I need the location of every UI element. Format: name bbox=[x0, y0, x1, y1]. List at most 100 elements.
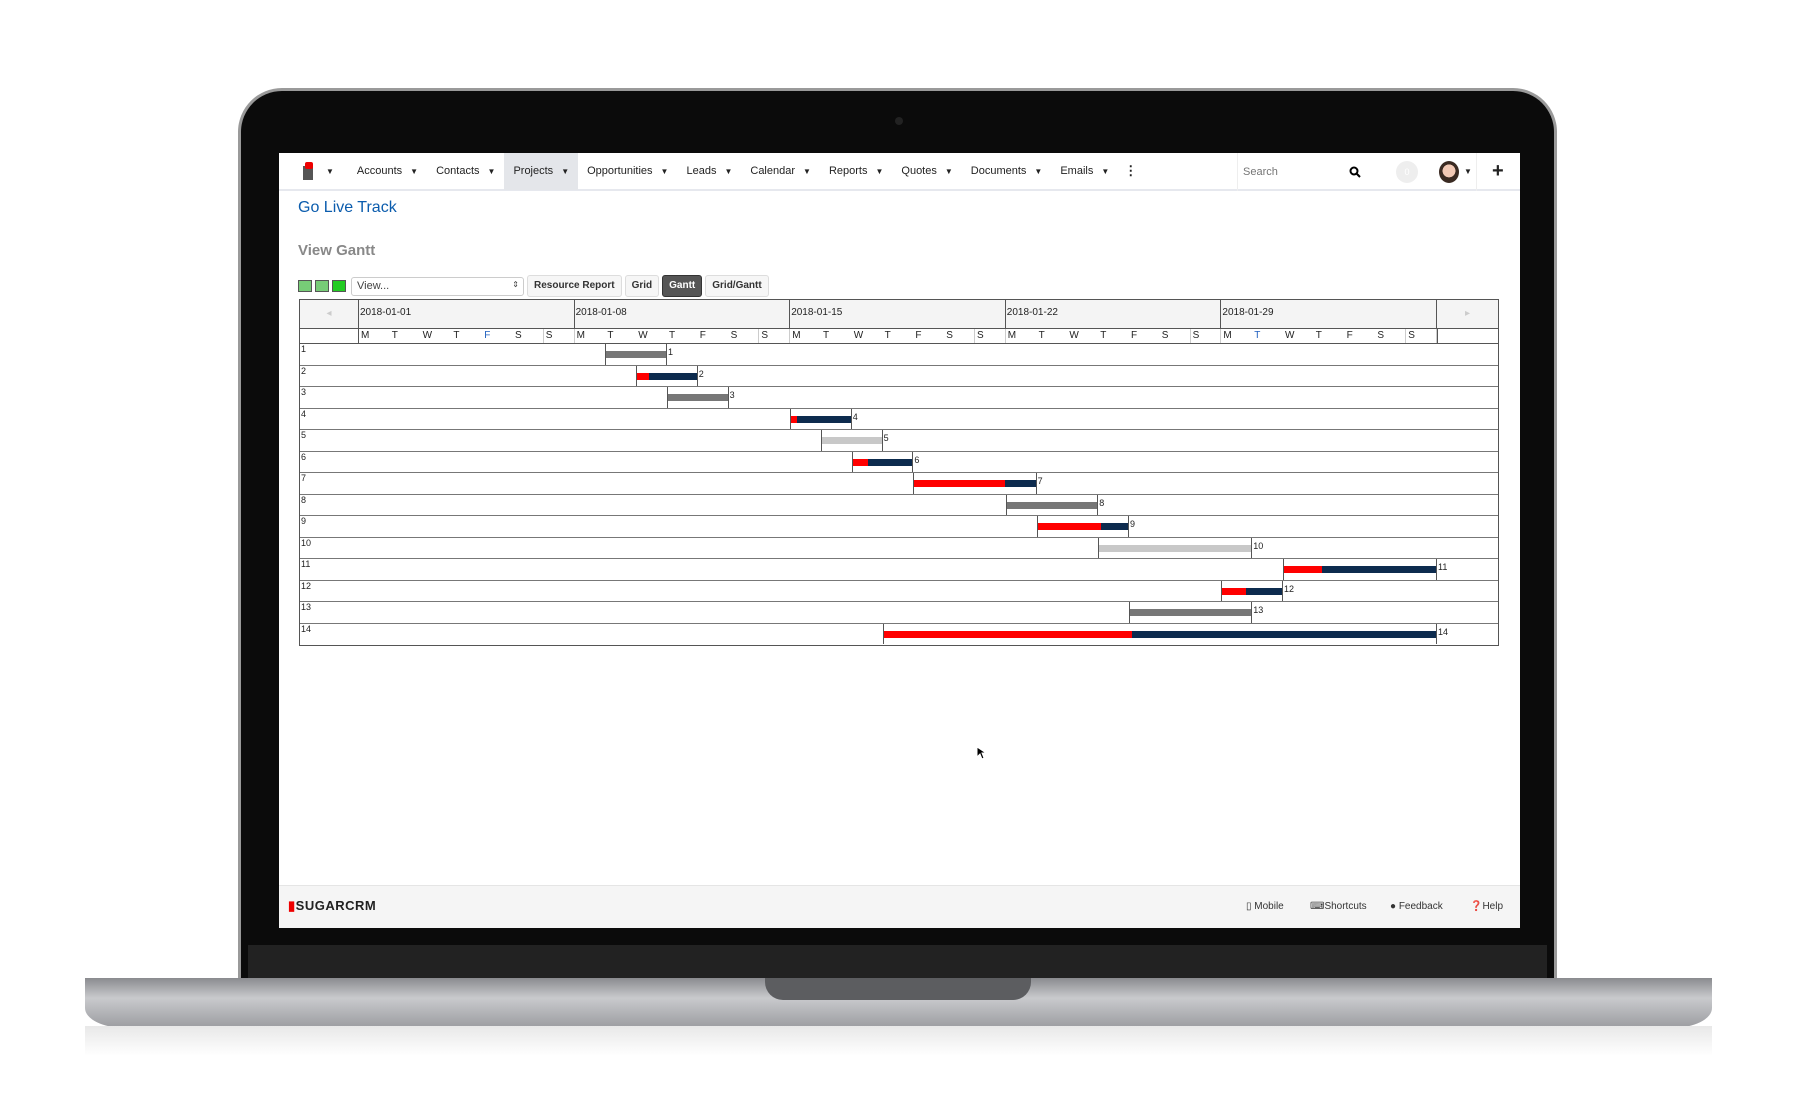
nav-item-accounts[interactable]: Accounts ▼ bbox=[348, 153, 427, 190]
caret-down-icon[interactable]: ▼ bbox=[803, 167, 811, 176]
nav-item-quotes[interactable]: Quotes ▼ bbox=[892, 153, 961, 190]
more-menu-icon[interactable]: ⋮ bbox=[1124, 163, 1137, 179]
nav-item-contacts[interactable]: Contacts ▼ bbox=[427, 153, 504, 190]
weekday-label: F bbox=[699, 330, 706, 341]
task-bar[interactable] bbox=[1099, 544, 1252, 552]
weekday-label: T bbox=[1315, 330, 1322, 341]
layout-gantt-icon[interactable] bbox=[332, 280, 346, 292]
search-icon[interactable] bbox=[1349, 166, 1361, 178]
footer-mobile-link[interactable]: ▯ Mobile bbox=[1246, 901, 1284, 912]
weekday-label: S bbox=[1191, 329, 1222, 343]
footer-feedback-link[interactable]: ● Feedback bbox=[1390, 901, 1443, 912]
grid-button[interactable]: Grid bbox=[624, 275, 660, 297]
gantt-task-row[interactable]: 33 bbox=[300, 387, 1498, 409]
task-bar-label: 3 bbox=[729, 390, 735, 400]
gantt-toolbar: View... ⇕ Resource Report Grid Gantt Grid… bbox=[298, 275, 769, 297]
gantt-task-row[interactable]: 44 bbox=[300, 408, 1498, 430]
nav-item-documents[interactable]: Documents ▼ bbox=[962, 153, 1052, 190]
nav-item-label: Emails bbox=[1060, 165, 1094, 177]
task-bar[interactable] bbox=[1037, 523, 1128, 530]
gantt-task-row[interactable]: 11 bbox=[300, 344, 1498, 366]
scroll-left-button[interactable]: ◂ bbox=[300, 300, 359, 328]
nav-item-label: Reports bbox=[828, 165, 868, 177]
notification-badge[interactable]: 0 bbox=[1396, 161, 1418, 183]
gantt-task-row[interactable]: 77 bbox=[300, 473, 1498, 495]
task-progress-fill bbox=[914, 480, 1006, 487]
gantt-task-row[interactable]: 11 11 bbox=[300, 559, 1498, 581]
caret-down-icon[interactable]: ▼ bbox=[410, 167, 418, 176]
gantt-week-header: ◂ 2018-01-01 2018-01-08 2018-01-15 2018-01-2… bbox=[300, 300, 1498, 329]
gantt-task-row[interactable]: 22 bbox=[300, 365, 1498, 387]
task-row-number: 6 bbox=[301, 451, 307, 462]
task-bar[interactable] bbox=[606, 351, 666, 358]
task-bar[interactable] bbox=[637, 372, 697, 380]
layout-grid-icon[interactable] bbox=[298, 280, 312, 292]
nav-item-leads[interactable]: Leads ▼ bbox=[677, 153, 741, 190]
keyboard-icon: ⌨ bbox=[1310, 901, 1325, 912]
task-bar-label: 8 bbox=[1099, 497, 1105, 508]
task-cell bbox=[821, 430, 883, 451]
gantt-task-row[interactable]: 10 10 bbox=[300, 537, 1498, 559]
nav-items: Accounts ▼ Contacts ▼ Projects ▼ Opportunities… bbox=[348, 153, 1118, 190]
gantt-task-row[interactable]: 12 12 bbox=[300, 580, 1498, 602]
gantt-task-row[interactable]: 66 bbox=[300, 451, 1498, 473]
nav-item-calendar[interactable]: Calendar ▼ bbox=[741, 153, 820, 190]
gantt-task-row[interactable]: 14 14 bbox=[300, 623, 1498, 646]
resource-report-button[interactable]: Resource Report bbox=[527, 275, 622, 297]
task-bar[interactable] bbox=[1130, 609, 1252, 616]
task-bar[interactable] bbox=[1222, 587, 1282, 595]
comment-icon: ● bbox=[1390, 901, 1399, 912]
task-bar[interactable] bbox=[1284, 566, 1436, 573]
sugar-logo-icon[interactable] bbox=[300, 162, 318, 180]
week-label: 2018-01-08 bbox=[575, 300, 791, 328]
gantt-chart: ◂ 2018-01-01 2018-01-08 2018-01-15 2018-01-2… bbox=[299, 299, 1499, 646]
footer-shortcuts-link[interactable]: ⌨Shortcuts bbox=[1310, 901, 1367, 912]
task-bar[interactable] bbox=[883, 630, 1436, 638]
laptop-chin bbox=[248, 945, 1547, 978]
search-input[interactable] bbox=[1243, 166, 1363, 178]
caret-down-icon[interactable]: ▼ bbox=[1101, 167, 1109, 176]
plus-icon[interactable]: + bbox=[1492, 160, 1504, 183]
weekday-label: W bbox=[853, 330, 864, 341]
nav-item-emails[interactable]: Emails ▼ bbox=[1051, 153, 1118, 190]
avatar[interactable] bbox=[1439, 161, 1459, 183]
sugarcrm-logo[interactable]: ▮SUGARCRM bbox=[288, 898, 376, 914]
scroll-right-button[interactable]: ▸ bbox=[1437, 300, 1498, 328]
task-bar[interactable] bbox=[1006, 501, 1098, 509]
caret-down-icon[interactable]: ▼ bbox=[875, 167, 883, 176]
weekday-label: W bbox=[638, 330, 648, 341]
page-title[interactable]: Go Live Track bbox=[298, 199, 397, 217]
nav-item-label: Contacts bbox=[436, 165, 480, 177]
caret-down-icon[interactable]: ▼ bbox=[488, 167, 496, 176]
task-bar[interactable] bbox=[822, 437, 882, 444]
caret-down-icon[interactable]: ▼ bbox=[661, 167, 669, 176]
gantt-task-row[interactable]: 99 bbox=[300, 516, 1498, 538]
caret-down-icon[interactable]: ▼ bbox=[945, 167, 953, 176]
footer-help-link[interactable]: ❓Help bbox=[1470, 901, 1503, 912]
gantt-task-row[interactable]: 13 13 bbox=[300, 602, 1498, 624]
weekday-label: T bbox=[391, 330, 398, 341]
task-bar[interactable] bbox=[668, 394, 728, 401]
weekday-label: W bbox=[422, 330, 433, 341]
logo-caret-icon[interactable]: ▼ bbox=[326, 167, 334, 176]
user-caret-icon[interactable]: ▼ bbox=[1464, 167, 1472, 176]
weekday-label: W bbox=[1285, 330, 1295, 341]
caret-down-icon[interactable]: ▼ bbox=[1034, 167, 1042, 176]
nav-item-opportunities[interactable]: Opportunities ▼ bbox=[578, 153, 677, 190]
task-bar[interactable] bbox=[852, 458, 913, 466]
grid-gantt-button[interactable]: Grid/Gantt bbox=[705, 275, 769, 297]
gantt-button[interactable]: Gantt bbox=[662, 275, 703, 297]
nav-item-label: Projects bbox=[513, 165, 554, 177]
nav-item-projects[interactable]: Projects ▼ bbox=[504, 153, 579, 190]
caret-down-icon[interactable]: ▼ bbox=[724, 167, 732, 176]
gantt-task-row[interactable]: 55 bbox=[300, 430, 1498, 452]
task-row-number: 12 bbox=[301, 580, 312, 591]
view-select[interactable]: View... ⇕ bbox=[351, 276, 524, 296]
nav-item-reports[interactable]: Reports ▼ bbox=[820, 153, 892, 190]
task-bar[interactable] bbox=[914, 480, 1036, 487]
footer: ▮SUGARCRM ▯ Mobile ⌨Shortcuts ● Feedback… bbox=[279, 885, 1520, 928]
caret-down-icon[interactable]: ▼ bbox=[561, 167, 569, 176]
gantt-task-row[interactable]: 88 bbox=[300, 494, 1498, 516]
layout-split-icon[interactable] bbox=[315, 280, 329, 292]
task-bar[interactable] bbox=[791, 415, 851, 423]
